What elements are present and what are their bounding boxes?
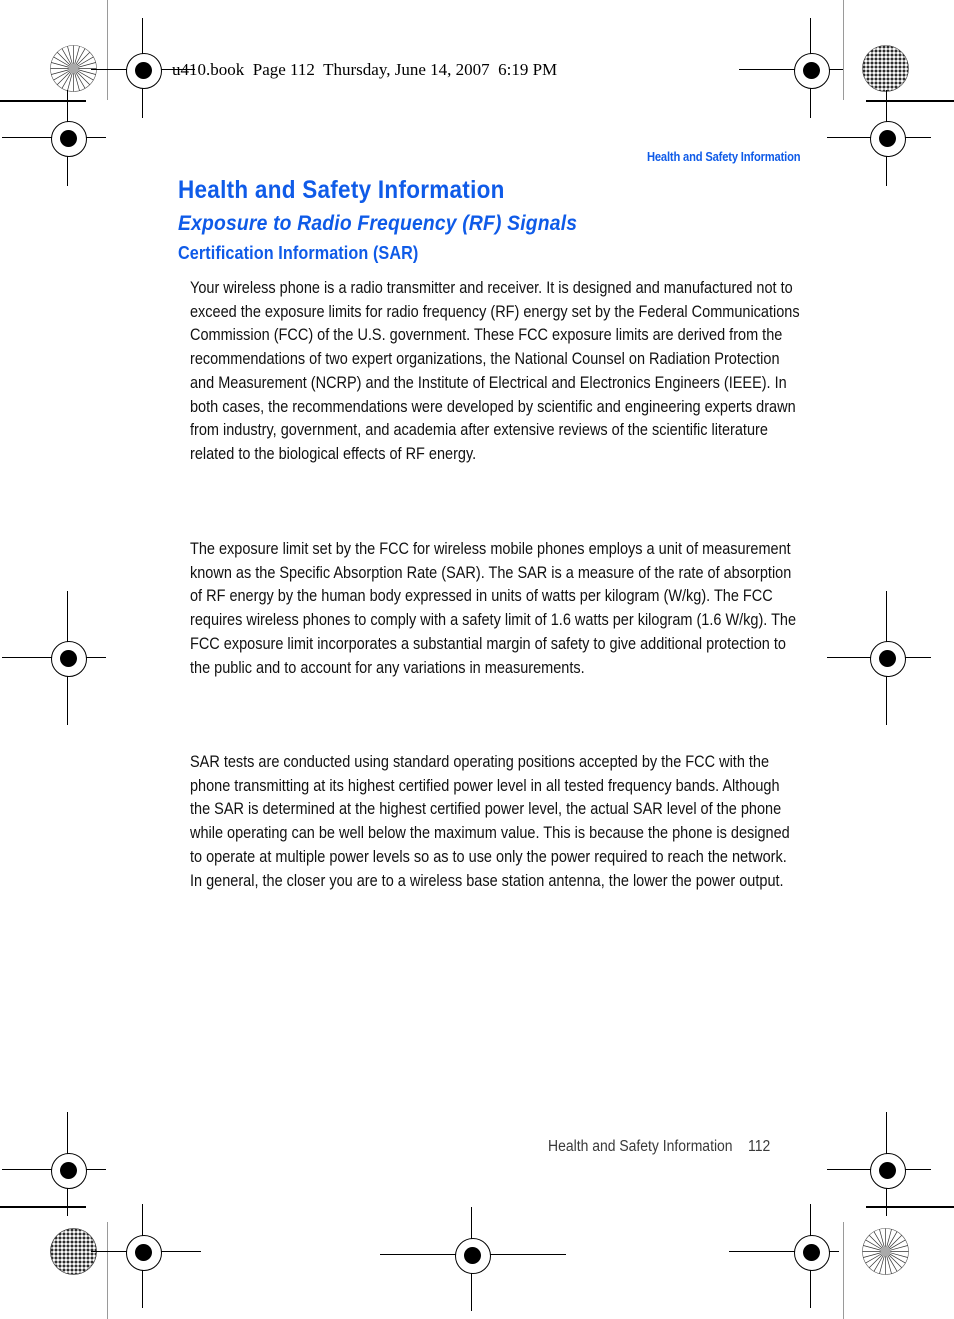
vertical-trim-rule-bottom-right bbox=[843, 1222, 844, 1319]
rosette-icon bbox=[862, 1228, 909, 1275]
trim-rule-right-lower bbox=[866, 1206, 954, 1208]
registration-mark-right-middle bbox=[827, 591, 931, 725]
rosette-mark-bottom-right bbox=[862, 1228, 909, 1275]
registration-mark-left-upper bbox=[2, 90, 106, 186]
body-paragraph-3: SAR tests are conducted using standard o… bbox=[190, 751, 802, 893]
printed-page: u410.book Page 112 Thursday, June 14, 20… bbox=[0, 0, 954, 1319]
registration-mark-left-middle bbox=[2, 591, 106, 725]
body-paragraph-1: Your wireless phone is a radio transmitt… bbox=[190, 277, 802, 467]
paragraph-text: SAR tests are conducted using standard o… bbox=[190, 753, 790, 890]
registration-mark-bottom-center bbox=[380, 1207, 566, 1311]
section-heading: Exposure to Radio Frequency (RF) Signals bbox=[178, 212, 578, 235]
rosette-icon bbox=[862, 45, 909, 92]
trim-rule-right-upper bbox=[866, 100, 954, 102]
page-title: Health and Safety Information bbox=[178, 176, 505, 204]
rosette-icon bbox=[50, 1228, 97, 1275]
registration-mark-bottom-right bbox=[729, 1204, 841, 1308]
running-head: Health and Safety Information bbox=[646, 149, 801, 164]
vertical-trim-rule-top-left bbox=[107, 0, 108, 100]
registration-mark-top-left bbox=[91, 18, 195, 118]
page-footer: Health and Safety Information 112 bbox=[548, 1138, 771, 1155]
registration-mark-right-upper bbox=[827, 90, 931, 186]
rosette-mark-top-left bbox=[50, 45, 97, 92]
subsection-heading: Certification Information (SAR) bbox=[178, 243, 419, 263]
body-paragraph-2: The exposure limit set by the FCC for wi… bbox=[190, 538, 802, 680]
vertical-trim-rule-top-right bbox=[843, 0, 844, 100]
registration-mark-left-lower bbox=[2, 1112, 106, 1216]
paragraph-text: Your wireless phone is a radio transmitt… bbox=[190, 279, 800, 463]
registration-mark-right-lower bbox=[827, 1112, 931, 1216]
paragraph-text: The exposure limit set by the FCC for wi… bbox=[190, 540, 797, 677]
registration-mark-bottom-left bbox=[91, 1204, 201, 1308]
registration-mark-top-right bbox=[739, 18, 843, 118]
trim-rule-left-lower bbox=[0, 1206, 86, 1208]
file-header-stamp: u410.book Page 112 Thursday, June 14, 20… bbox=[172, 60, 558, 79]
trim-rule-left-upper bbox=[0, 100, 86, 102]
rosette-mark-top-right bbox=[862, 45, 909, 92]
vertical-trim-rule-bottom-left bbox=[107, 1222, 108, 1319]
rosette-mark-bottom-left bbox=[50, 1228, 97, 1275]
rosette-icon bbox=[50, 45, 97, 92]
